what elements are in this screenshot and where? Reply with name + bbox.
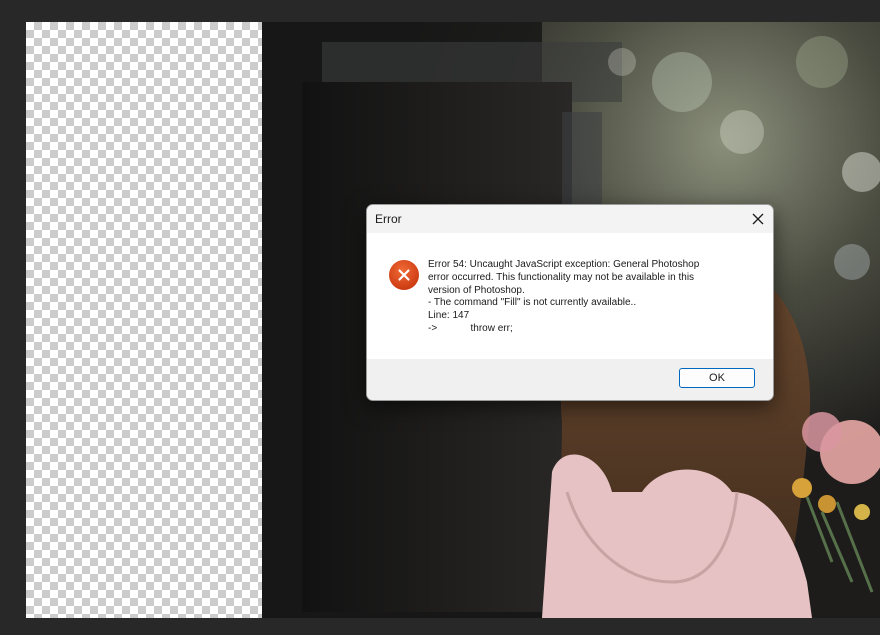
dialog-footer: OK: [367, 359, 773, 400]
message-line: -> throw err;: [428, 322, 513, 334]
error-dialog: Error Error 54: Uncaught JavaScript exce…: [366, 204, 774, 401]
message-line: error occurred. This functionality may n…: [428, 271, 695, 283]
error-x-circle-icon: [389, 260, 419, 290]
close-button[interactable]: [743, 205, 773, 233]
dialog-body: Error 54: Uncaught JavaScript exception:…: [367, 233, 773, 359]
message-line: - The command "Fill" is not currently av…: [428, 297, 637, 309]
dialog-titlebar[interactable]: Error: [367, 205, 773, 233]
error-message: Error 54: Uncaught JavaScript exception:…: [428, 259, 758, 336]
dialog-title: Error: [375, 212, 402, 226]
message-line: Error 54: Uncaught JavaScript exception:…: [428, 259, 700, 270]
close-icon: [752, 213, 764, 225]
message-line: Line: 147: [428, 310, 470, 322]
ok-button[interactable]: OK: [679, 368, 755, 388]
message-line: version of Photoshop.: [428, 284, 525, 296]
transparent-checkerboard: [26, 22, 262, 618]
